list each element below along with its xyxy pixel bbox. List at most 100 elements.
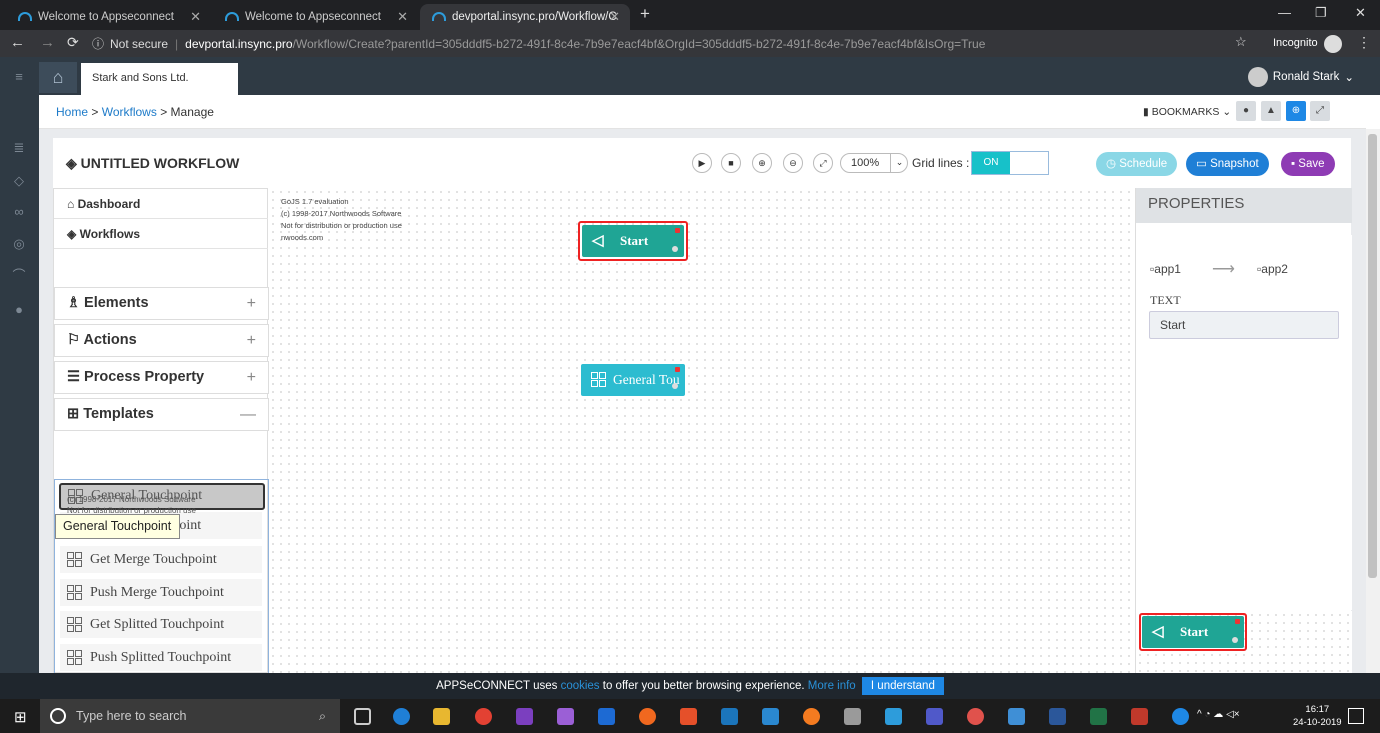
close-tab-icon[interactable]: ✕ bbox=[609, 9, 620, 25]
database-icon[interactable]: ≣ bbox=[12, 141, 26, 155]
app-icon[interactable] bbox=[1131, 708, 1148, 725]
browser-tab-2[interactable]: Welcome to Appseconnect ✕ bbox=[213, 4, 418, 30]
expand-icon[interactable]: ⤢ bbox=[1310, 101, 1330, 121]
template-item[interactable]: Get Splitted Touchpoint bbox=[60, 611, 262, 638]
minimize-icon[interactable]: — bbox=[1278, 5, 1291, 20]
play-icon[interactable]: ▶ bbox=[692, 153, 712, 173]
schedule-button[interactable]: ◷ Schedule bbox=[1096, 152, 1178, 176]
accordion-templates[interactable]: ⊞ Templates — bbox=[54, 398, 269, 431]
browser-tab-active[interactable]: devportal.insync.pro/Workflow/C ✕ bbox=[420, 4, 630, 30]
app-icon[interactable] bbox=[680, 708, 697, 725]
minus-icon[interactable]: — bbox=[240, 399, 256, 430]
save-button[interactable]: ▪ Save bbox=[1281, 152, 1335, 176]
breadcrumb-workflows[interactable]: Workflows bbox=[102, 105, 157, 119]
visual-studio-icon[interactable] bbox=[516, 708, 533, 725]
globe-icon[interactable]: ◎ bbox=[12, 237, 26, 251]
chart-app-icon[interactable] bbox=[762, 708, 779, 725]
outlook-icon[interactable] bbox=[598, 708, 615, 725]
general-touchpoint-node[interactable]: General Tou bbox=[581, 364, 685, 396]
i-understand-button[interactable]: I understand bbox=[861, 676, 944, 695]
browser-tab-1[interactable]: Welcome to Appseconnect ✕ bbox=[6, 4, 211, 30]
sidebar-item-workflows[interactable]: ◈ Workflows bbox=[54, 219, 268, 249]
grid-lines-toggle[interactable]: ON bbox=[971, 151, 1049, 175]
hamburger-icon[interactable]: ≡ bbox=[12, 70, 26, 84]
new-tab-button[interactable]: + bbox=[640, 4, 650, 24]
flow-icon[interactable]: ⌒ bbox=[12, 269, 26, 283]
taskbar-search[interactable]: Type here to search ⌕ bbox=[40, 699, 340, 733]
overview-canvas[interactable]: ◁ Start bbox=[1136, 611, 1352, 673]
close-tab-icon[interactable]: ✕ bbox=[190, 9, 201, 25]
start-node[interactable]: ◁ Start bbox=[582, 225, 684, 257]
more-info-link[interactable]: More info bbox=[808, 680, 856, 692]
back-icon[interactable]: ← bbox=[10, 34, 25, 51]
plus-icon[interactable]: + bbox=[247, 362, 256, 393]
database-icon[interactable] bbox=[844, 708, 861, 725]
notifications-icon[interactable] bbox=[1348, 708, 1364, 724]
user-menu[interactable]: Ronald Stark ⌄ bbox=[1247, 67, 1354, 87]
microphone-icon[interactable]: ⌕ bbox=[319, 699, 326, 733]
tag-icon[interactable]: ◇ bbox=[12, 174, 26, 188]
link-icon[interactable]: ∞ bbox=[12, 205, 26, 219]
reload-icon[interactable]: ⟳ bbox=[67, 34, 79, 51]
text-field[interactable] bbox=[1149, 311, 1339, 339]
scrollbar-thumb[interactable] bbox=[1368, 134, 1377, 578]
tray-icons[interactable]: ^ ◔ ☁ ◁× bbox=[1197, 709, 1240, 720]
firefox-icon[interactable] bbox=[803, 708, 820, 725]
workflow-canvas[interactable]: GoJS 1.7 evaluation (c) 1998-2017 Northw… bbox=[269, 188, 1135, 673]
zoom-out-icon[interactable]: ⊖ bbox=[783, 153, 803, 173]
port-dot[interactable] bbox=[672, 383, 678, 389]
menu-dots-icon[interactable]: ⋮ bbox=[1357, 34, 1371, 51]
sidebar-item-dashboard[interactable]: ⌂ Dashboard bbox=[54, 189, 268, 219]
clock[interactable]: 16:17 24-10-2019 bbox=[1293, 703, 1342, 729]
plus-circle-icon[interactable]: ⊕ bbox=[1286, 101, 1306, 121]
file-explorer-icon[interactable] bbox=[433, 708, 450, 725]
remove-node-icon[interactable] bbox=[675, 228, 680, 233]
excel-icon[interactable] bbox=[1090, 708, 1107, 725]
home-icon[interactable]: ⌂ bbox=[39, 62, 77, 93]
help-icon[interactable] bbox=[1172, 708, 1189, 725]
app-icon[interactable] bbox=[967, 708, 984, 725]
chrome-icon[interactable] bbox=[475, 708, 492, 725]
paper-plane-icon: ◁ bbox=[1152, 624, 1164, 640]
remove-node-icon[interactable] bbox=[675, 367, 680, 372]
plus-icon[interactable]: + bbox=[247, 325, 256, 356]
windows-start-icon[interactable]: ⊞ bbox=[14, 708, 27, 726]
delete-icon[interactable]: ■ bbox=[721, 153, 741, 173]
close-window-icon[interactable]: ✕ bbox=[1355, 5, 1366, 21]
close-tab-icon[interactable]: ✕ bbox=[397, 9, 408, 25]
accordion-elements[interactable]: ♗ Elements + bbox=[54, 287, 269, 320]
task-view-icon[interactable] bbox=[354, 708, 371, 725]
bell-icon[interactable]: ▲ bbox=[1261, 101, 1281, 121]
cookies-link[interactable]: cookies bbox=[561, 680, 600, 692]
app-icon[interactable] bbox=[557, 708, 574, 725]
overview-start-node[interactable]: ◁ Start bbox=[1142, 616, 1244, 648]
chart-app-icon[interactable] bbox=[721, 708, 738, 725]
chat-bubble-icon[interactable]: ● bbox=[1236, 101, 1256, 121]
bookmarks-dropdown[interactable]: ▮ BOOKMARKS ⌄ bbox=[1143, 106, 1231, 118]
accordion-process-property[interactable]: ☰ Process Property + bbox=[54, 361, 269, 394]
url-field[interactable]: ⓘ Not secure | devportal.insync.pro /Wor… bbox=[92, 33, 1227, 54]
fit-icon[interactable]: ⤢ bbox=[813, 153, 833, 173]
app-icon[interactable] bbox=[1008, 708, 1025, 725]
restore-icon[interactable]: ❐ bbox=[1315, 5, 1327, 21]
teams-icon[interactable] bbox=[926, 708, 943, 725]
zoom-in-icon[interactable]: ⊕ bbox=[752, 153, 772, 173]
word-icon[interactable] bbox=[1049, 708, 1066, 725]
template-item[interactable]: Push Splitted Touchpoint bbox=[60, 644, 262, 671]
breadcrumb-home[interactable]: Home bbox=[56, 105, 88, 119]
port-dot[interactable] bbox=[672, 246, 678, 252]
edge-icon[interactable] bbox=[393, 708, 410, 725]
forward-icon[interactable]: → bbox=[40, 34, 55, 51]
cloud-icon[interactable] bbox=[885, 708, 902, 725]
template-item[interactable]: Push Merge Touchpoint bbox=[60, 579, 262, 606]
snapshot-button[interactable]: ▭ Snapshot bbox=[1186, 152, 1269, 176]
chevron-down-icon[interactable]: ⌄ bbox=[890, 153, 908, 173]
org-tab[interactable]: Stark and Sons Ltd. bbox=[81, 63, 238, 95]
plus-icon[interactable]: + bbox=[247, 288, 256, 319]
info-icon[interactable]: ⓘ bbox=[92, 35, 104, 52]
template-item[interactable]: Get Merge Touchpoint bbox=[60, 546, 262, 573]
star-icon[interactable]: ☆ bbox=[1235, 34, 1247, 50]
postman-icon[interactable] bbox=[639, 708, 656, 725]
accordion-actions[interactable]: ⚐ Actions + bbox=[54, 324, 269, 357]
chat-icon[interactable]: ● bbox=[12, 303, 26, 317]
